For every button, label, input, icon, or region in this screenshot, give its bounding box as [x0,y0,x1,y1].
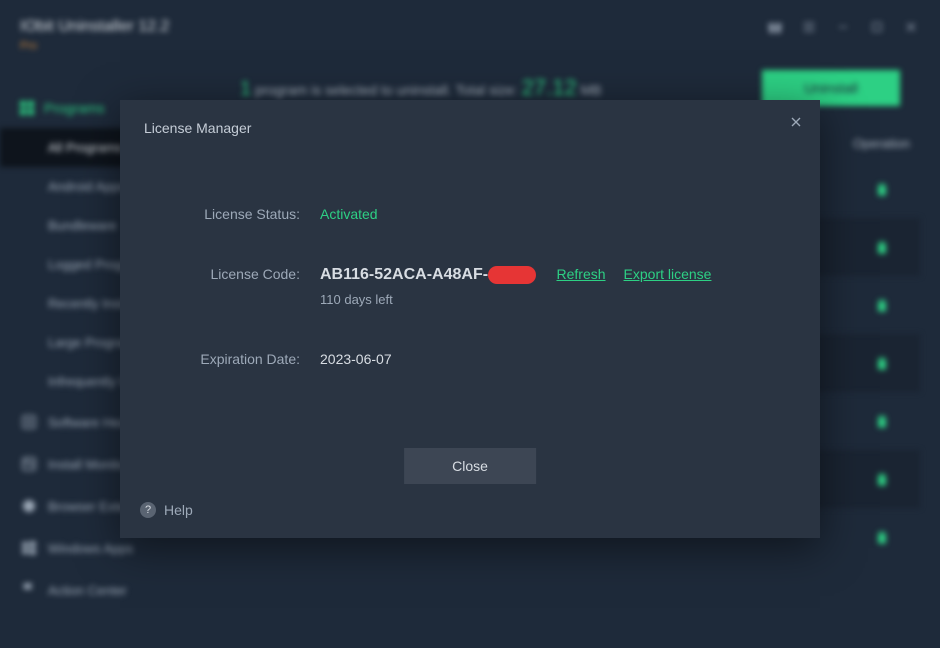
trash-icon[interactable] [874,469,890,489]
license-code-label: License Code: [160,266,320,282]
menu-icon[interactable] [800,18,818,36]
help-link[interactable]: ? Help [140,502,193,518]
trash-icon[interactable] [874,295,890,315]
trash-icon[interactable] [874,527,890,547]
column-operation: Operation [853,122,910,165]
trash-icon[interactable] [874,353,890,373]
minimize-icon[interactable] [834,18,852,36]
trash-icon[interactable] [874,179,890,199]
dialog-close-button[interactable] [788,114,804,135]
puzzle-icon [20,497,38,515]
expiration-date-label: Expiration Date: [160,351,320,367]
license-manager-dialog: License Manager License Status: Activate… [120,100,820,538]
expiration-date-value: 2023-06-07 [320,351,392,367]
windows-icon [20,539,38,557]
license-code-value: AB116-52ACA-A48AF- [320,266,488,283]
activity-icon [20,455,38,473]
plus-box-icon [20,413,38,431]
app-title: IObit Uninstaller 12.2 [20,18,169,36]
export-license-link[interactable]: Export license [624,266,712,282]
help-icon: ? [140,502,156,518]
days-left-text: 110 days left [320,292,711,307]
sidebar-item-action-center[interactable]: Action Center [0,569,200,611]
close-icon[interactable] [902,18,920,36]
trash-icon[interactable] [874,237,890,257]
refresh-link[interactable]: Refresh [557,266,606,282]
selection-summary: 1 program is selected to uninstall. Tota… [240,75,602,101]
maximize-icon[interactable] [868,18,886,36]
redacted-code-icon [488,266,536,284]
trash-icon[interactable] [874,411,890,431]
license-status-label: License Status: [160,206,320,222]
license-status-value: Activated [320,206,378,222]
app-edition: Pro [20,40,169,52]
grid-icon [20,101,34,115]
flag-icon [20,581,38,599]
close-button[interactable]: Close [404,448,536,484]
gift-icon[interactable] [766,18,784,36]
dialog-title: License Manager [120,100,820,156]
